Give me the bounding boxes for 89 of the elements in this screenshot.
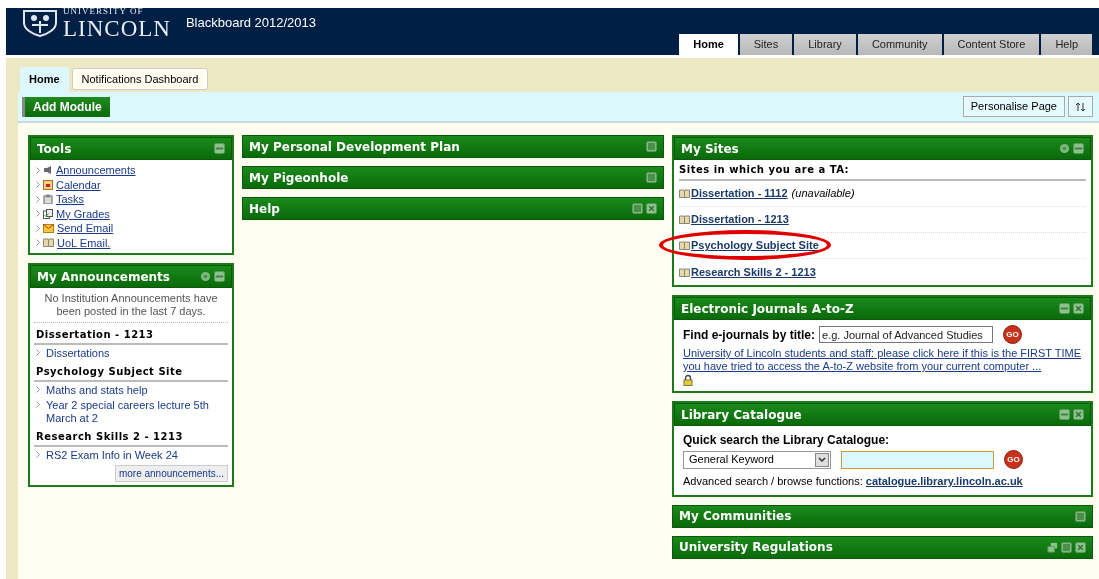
windows-icon[interactable] [1047,541,1058,553]
calendar-icon [43,179,53,190]
module-title[interactable]: My Personal Development Plan [249,137,460,156]
module-title[interactable]: Help [249,199,280,218]
announcement-link[interactable]: RS2 Exam Info in Week 24 [46,449,178,462]
field-label: Quick search the Library Catalogue: [683,432,891,449]
padlock-icon [683,374,693,386]
go-button[interactable]: GO [1003,325,1022,344]
maximize-icon[interactable] [632,203,643,214]
gear-icon[interactable] [200,271,211,282]
catalogue-link[interactable]: catalogue.library.lincoln.ac.uk [865,475,1023,487]
close-icon[interactable] [1075,541,1086,553]
up-down-arrows-icon [1075,101,1086,112]
first-time-link[interactable]: University of Lincoln students and staff: please click here if this is the FIRST TIME you have tried to access the A-to-Z website from your current computer ... [683,347,1082,373]
minimize-icon[interactable] [1073,143,1084,154]
tool-link[interactable]: Calendar [56,176,101,193]
group-heading: Dissertation - 1213 [34,323,228,345]
logo-subtitle: UNIVERSITY OF [63,8,145,17]
chevron-icon [36,401,40,408]
tool-link[interactable]: UoL Email. [57,234,111,251]
maximize-icon[interactable] [646,172,657,183]
minimize-icon[interactable] [214,271,225,282]
module-title[interactable]: My Sites [681,139,739,158]
crest-logo-icon [22,9,58,37]
page-tab[interactable]: Home [20,67,69,92]
module-title[interactable]: My Pigeonhole [249,168,349,187]
group-heading: Psychology Subject Site [34,360,228,382]
envelope-icon [43,223,54,233]
go-button[interactable]: GO [1004,450,1023,469]
nav-tab[interactable]: Library [794,34,856,55]
module-title[interactable]: Tools [37,139,72,158]
minimize-icon[interactable] [1059,303,1070,314]
book-icon [43,238,54,248]
gear-icon[interactable] [1059,143,1070,154]
maximize-icon[interactable] [1075,510,1086,522]
chevron-icon [36,451,40,458]
site-link[interactable]: Dissertation - 1213 [691,211,789,228]
module-title[interactable]: My Communities [679,507,792,525]
announcement-link[interactable]: Year 2 special careers lecture 5th March at 2 [46,399,228,425]
search-type-dropdown[interactable]: General Keyword [683,450,831,469]
tool-link[interactable]: Send Email [57,220,114,237]
tool-link[interactable]: Tasks [56,191,85,208]
minimize-icon[interactable] [1059,409,1070,420]
nav-tab[interactable]: Home [679,34,738,55]
book-icon [679,267,690,277]
close-icon[interactable] [1073,409,1084,420]
announcement-link[interactable]: Dissertations [46,347,110,360]
clipboard-icon [43,194,53,205]
advanced-search-label: Advanced search / browse functions: [683,475,863,487]
chevron-icon [36,349,40,356]
nav-tab[interactable]: Sites [739,34,793,55]
logo-wordmark: LINCOLN [63,17,171,40]
site-status: (unavailable) [791,186,855,202]
close-icon[interactable] [1073,303,1084,314]
catalogue-search-field[interactable] [841,450,994,469]
maximize-icon[interactable] [646,141,657,152]
field-label: Find e-journals by title: [683,326,815,344]
book-icon [679,215,690,224]
personalise-page-button[interactable]: Personalise Page [962,96,1065,117]
site-link[interactable]: Psychology Subject Site [691,237,819,254]
module-title[interactable]: Electronic Journals A-to-Z [681,299,854,318]
site-link[interactable]: Research Skills 2 - 1213 [691,263,816,281]
chevron-icon [36,386,40,393]
speaker-icon [43,165,53,176]
reorder-button[interactable] [1068,96,1093,117]
module-title[interactable]: My Announcements [37,267,170,286]
site-link[interactable]: Dissertation - 1112 [691,185,788,202]
tool-link[interactable]: My Grades [56,205,110,222]
module-title[interactable]: Library Catalogue [681,405,802,424]
maximize-icon[interactable] [1061,541,1072,553]
minimize-icon[interactable] [214,143,225,154]
site-title: Blackboard 2012/2013 [185,14,317,32]
book-icon [679,241,690,250]
announcement-link[interactable]: Maths and stats help [46,384,148,397]
notice-text: No Institution Announcements have been posted in the last 7 days. [34,288,228,323]
more-announcements-button[interactable]: more announcements... [114,465,228,482]
add-module-button[interactable]: Add Module [22,96,110,117]
nav-tab[interactable]: Content Store [943,34,1040,55]
sites-heading: Sites in which you are a TA: [679,160,1086,181]
group-heading: Research Skills 2 - 1213 [34,425,228,447]
close-icon[interactable] [646,203,657,214]
nav-tab[interactable]: Community [857,34,942,55]
module-title[interactable]: University Regulations [679,538,833,556]
journal-search-field[interactable]: e.g. Journal of Advanced Studies [819,326,993,343]
book-icon [679,189,690,198]
document-check-icon [43,208,53,219]
tool-link[interactable]: Announcements [56,162,136,179]
page-tab[interactable]: Notifications Dashboard [71,68,209,90]
nav-tab[interactable]: Help [1041,34,1092,55]
